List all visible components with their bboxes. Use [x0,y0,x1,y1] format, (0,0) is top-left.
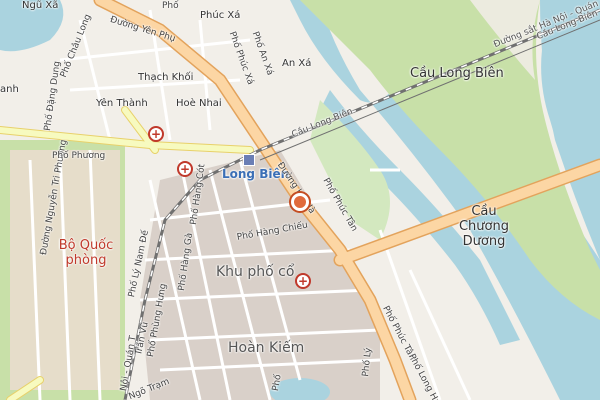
hospital-cross-icon[interactable]: + [177,161,193,177]
hospital-cross-icon[interactable]: + [295,273,311,289]
label-khu-pho-co: Khu phố cổ [216,264,295,280]
label-cau-long-bien-ne: Cầu Long Biên [410,66,504,81]
label-pho-top: Phố [162,1,179,11]
label-yen-thanh: Yên Thành [96,98,148,109]
label-anh: anh [0,84,19,95]
label-thach-khoi: Thạch Khối [138,72,194,83]
label-bo-quoc-phong: Bộ Quốc phòng [58,238,114,268]
label-ngu-xa: Ngũ Xã [22,0,59,11]
map-canvas[interactable]: Ngũ Xã Đường Yên Phụ Phố Phúc Xá Phố Châ… [0,0,600,400]
label-an-xa: An Xá [282,58,312,69]
label-hoe-nhai: Hoè Nhai [176,98,222,109]
location-marker-icon[interactable] [291,193,309,211]
label-hoan-kiem: Hoàn Kiếm [228,340,305,356]
hospital-cross-icon[interactable]: + [148,126,164,142]
label-pho-phuong: Phố Phương [52,151,106,161]
label-phuc-xa: Phúc Xá [200,10,241,21]
railway-station-icon[interactable] [243,154,255,166]
label-cau-chuong-duong: Cầu Chương Dương [458,204,509,249]
